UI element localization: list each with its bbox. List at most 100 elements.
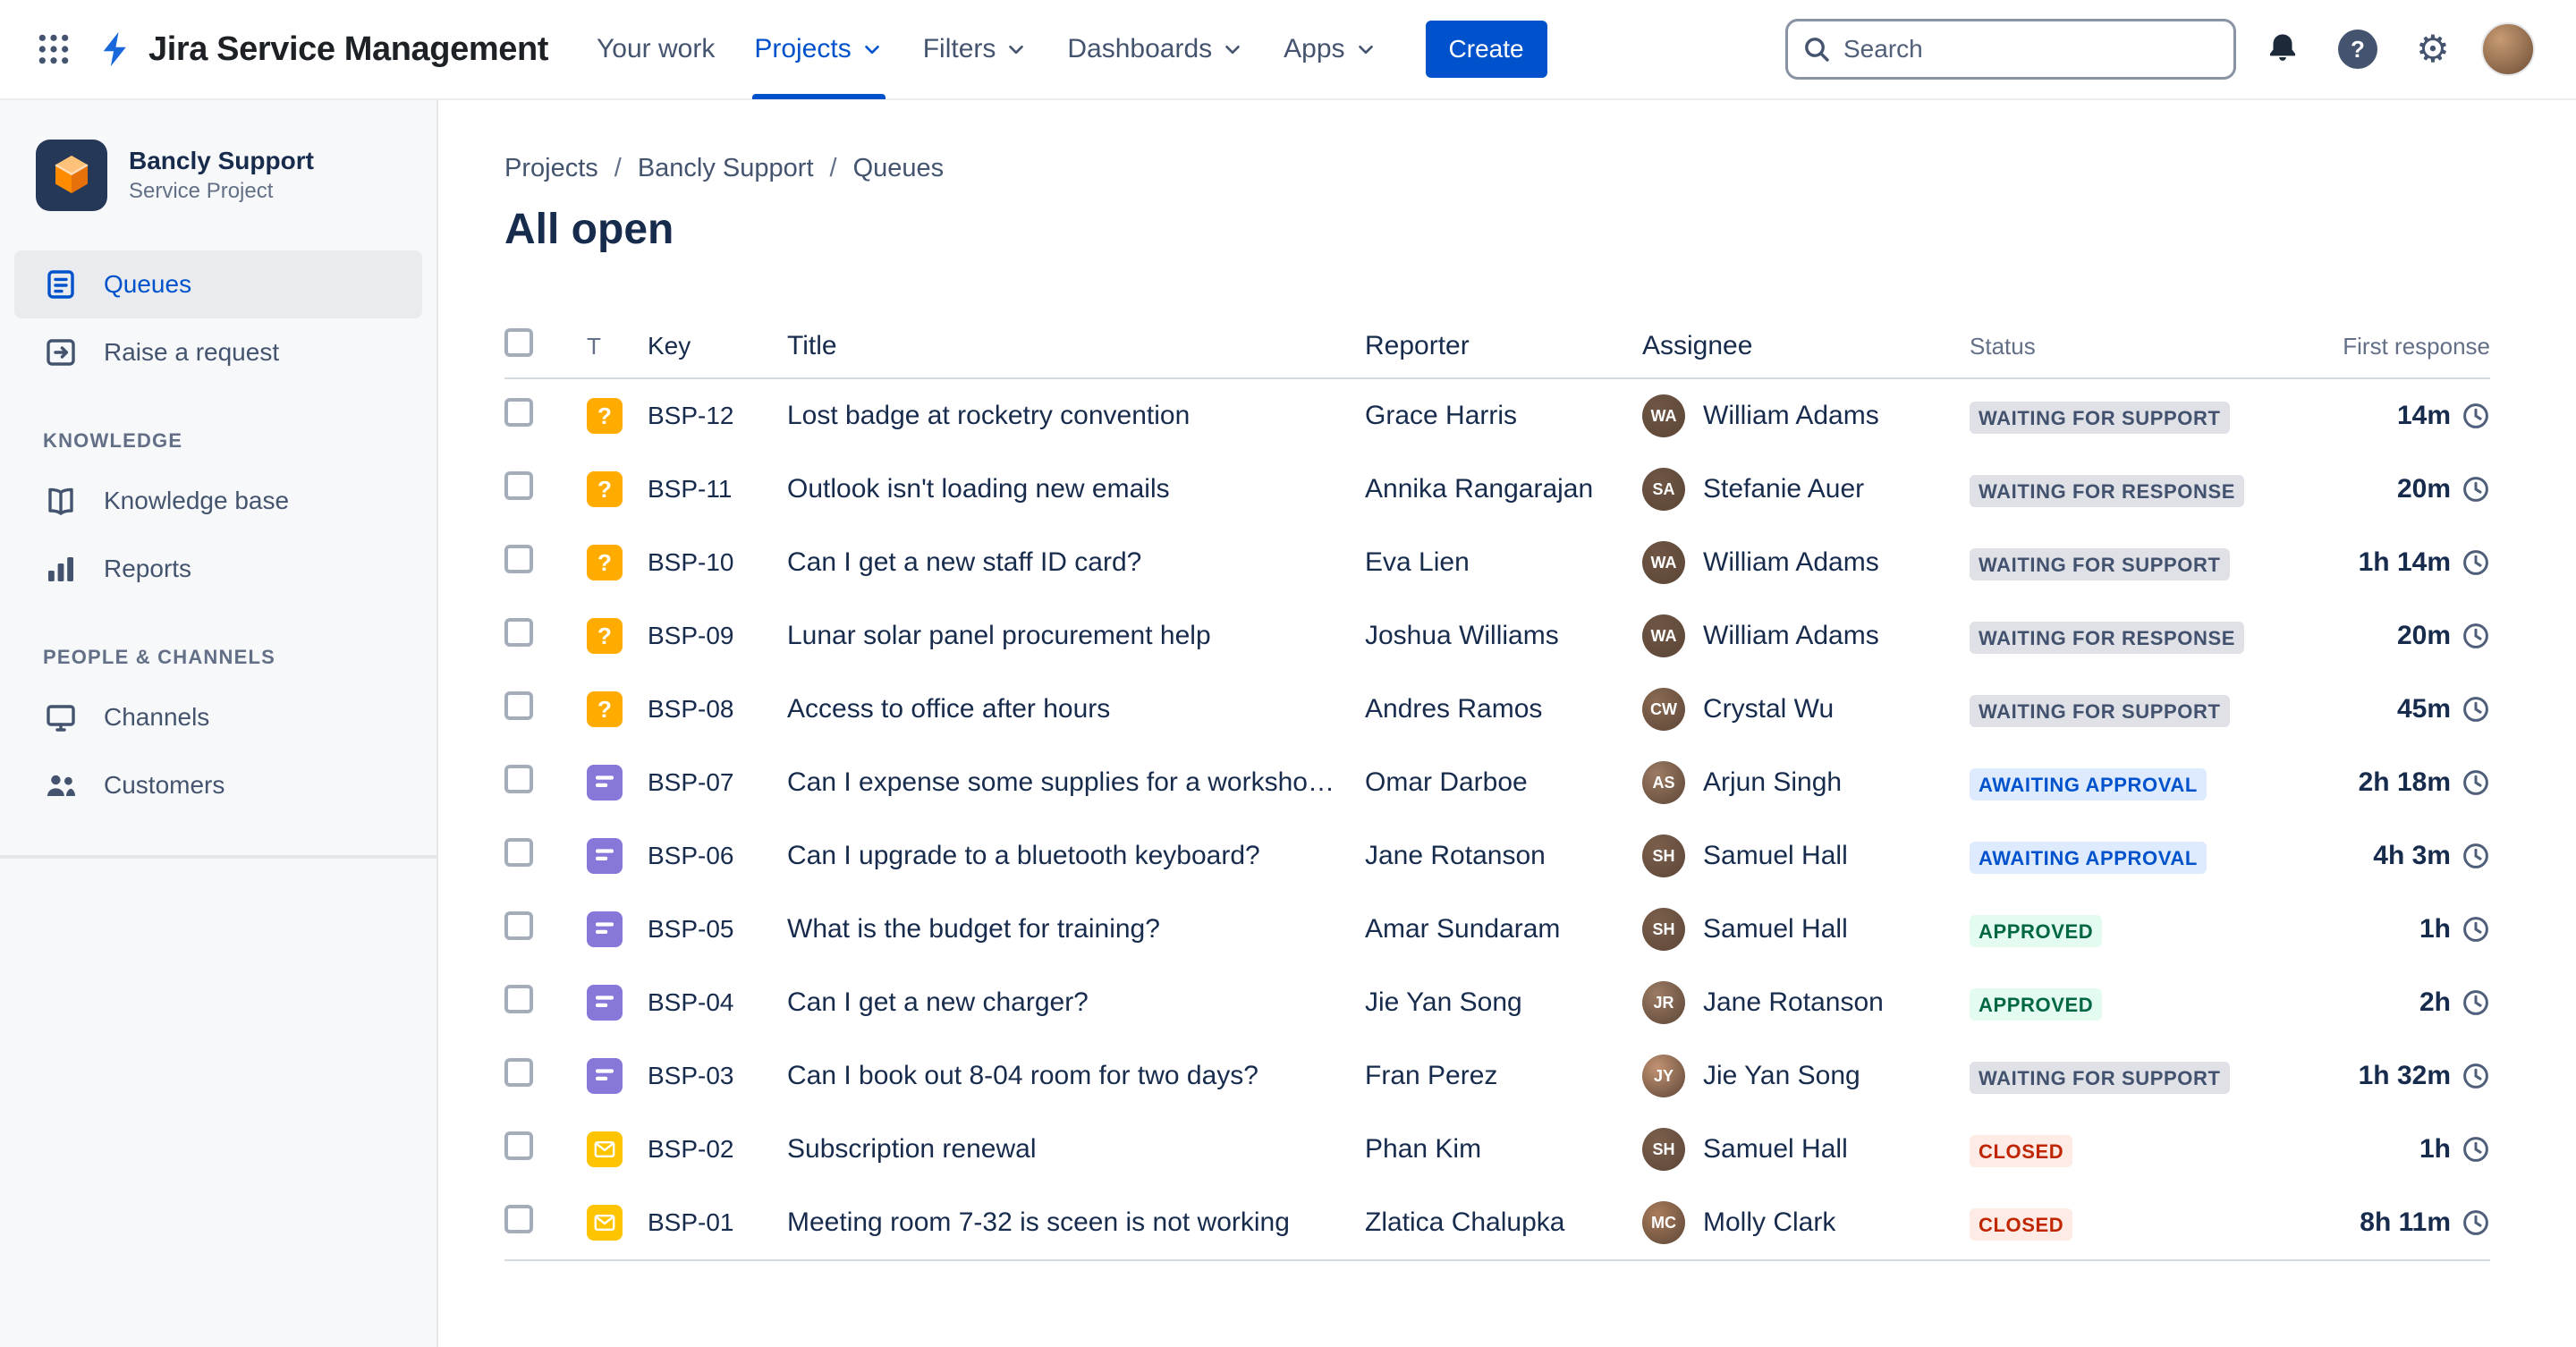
table-row[interactable]: BSP-06 Can I upgrade to a bluetooth keybo…	[504, 819, 2490, 893]
issue-title-link[interactable]: Subscription renewal	[787, 1134, 1365, 1165]
table-row[interactable]: BSP-03 Can I book out 8-04 room for two d…	[504, 1039, 2490, 1113]
question-request-icon: ?	[587, 691, 623, 728]
nav-your-work[interactable]: Your work	[577, 0, 734, 99]
first-response-time: 4h 3m	[2373, 841, 2451, 870]
breadcrumb-projects[interactable]: Projects	[504, 154, 598, 183]
table-row[interactable]: BSP-05 What is the budget for training? Am…	[504, 893, 2490, 966]
issue-title-link[interactable]: Can I expense some supplies for a worksh…	[787, 767, 1365, 798]
status-badge: WAITING FOR RESPONSE	[1970, 621, 2245, 654]
search-icon	[1805, 38, 1829, 62]
table-row[interactable]: ? BSP-10 Can I get a new staff ID card? Eva…	[504, 526, 2490, 599]
nav-label: Projects	[754, 34, 852, 64]
product-logo[interactable]: Jira Service Management	[97, 30, 548, 69]
nav-apps[interactable]: Apps	[1264, 0, 1396, 99]
row-checkbox[interactable]	[504, 398, 533, 427]
issue-title-link[interactable]: What is the budget for training?	[787, 914, 1365, 945]
profile-button[interactable]	[2479, 21, 2537, 78]
row-checkbox[interactable]	[504, 911, 533, 940]
issue-key-link[interactable]: BSP-04	[648, 988, 787, 1017]
issue-key-link[interactable]: BSP-01	[648, 1208, 787, 1237]
sidebar-item-label: Raise a request	[104, 338, 280, 366]
breadcrumb-project[interactable]: Bancly Support	[638, 154, 814, 183]
issue-key-link[interactable]: BSP-06	[648, 842, 787, 870]
clock-icon	[2463, 770, 2488, 795]
row-checkbox[interactable]	[504, 838, 533, 867]
issue-key-link[interactable]: BSP-10	[648, 548, 787, 577]
clock-icon	[2463, 623, 2488, 648]
sidebar-item-customers[interactable]: Customers	[14, 751, 422, 819]
bar-chart-icon	[48, 557, 73, 581]
table-row[interactable]: BSP-02 Subscription renewal Phan Kim SH Samu…	[504, 1113, 2490, 1186]
row-checkbox[interactable]	[504, 1205, 533, 1233]
app-switcher-button[interactable]	[25, 21, 82, 78]
assignee-avatar: WA	[1642, 541, 1685, 584]
row-checkbox[interactable]	[504, 985, 533, 1013]
row-checkbox[interactable]	[504, 1131, 533, 1160]
table-row[interactable]: BSP-04 Can I get a new charger? Jie Yan So…	[504, 966, 2490, 1039]
col-header-title[interactable]: Title	[787, 331, 1365, 361]
col-header-assignee[interactable]: Assignee	[1642, 331, 1970, 361]
issue-title-link[interactable]: Outlook isn't loading new emails	[787, 474, 1365, 504]
sidebar-item-queues[interactable]: Queues	[14, 250, 422, 318]
create-button[interactable]: Create	[1425, 21, 1547, 78]
issue-title-link[interactable]: Can I get a new staff ID card?	[787, 547, 1365, 578]
sidebar-item-reports[interactable]: Reports	[14, 535, 422, 603]
row-checkbox[interactable]	[504, 618, 533, 647]
issue-key-link[interactable]: BSP-05	[648, 915, 787, 944]
col-header-reporter[interactable]: Reporter	[1365, 331, 1642, 361]
assignee-avatar: SH	[1642, 834, 1685, 877]
table-row[interactable]: BSP-01 Meeting room 7-32 is sceen is not …	[504, 1186, 2490, 1259]
issue-title-link[interactable]: Meeting room 7-32 is sceen is not workin…	[787, 1207, 1365, 1238]
issue-title-link[interactable]: Can I get a new charger?	[787, 987, 1365, 1018]
notifications-button[interactable]	[2254, 21, 2311, 78]
table-row[interactable]: ? BSP-12 Lost badge at rocketry convention…	[504, 379, 2490, 453]
nav-filters[interactable]: Filters	[903, 0, 1048, 99]
row-checkbox[interactable]	[504, 765, 533, 793]
sidebar-item-knowledge-base[interactable]: Knowledge base	[14, 467, 422, 535]
issue-key-link[interactable]: BSP-03	[648, 1062, 787, 1090]
issue-key-link[interactable]: BSP-02	[648, 1135, 787, 1164]
nav-label: Your work	[597, 34, 716, 64]
nav-projects[interactable]: Projects	[734, 0, 902, 99]
project-type: Service Project	[129, 179, 274, 203]
table-row[interactable]: ? BSP-11 Outlook isn't loading new emails A…	[504, 453, 2490, 526]
col-header-key[interactable]: Key	[648, 332, 787, 360]
issue-key-link[interactable]: BSP-11	[648, 475, 787, 504]
sidebar-item-raise-request[interactable]: Raise a request	[14, 318, 422, 386]
gear-icon: ⚙	[2416, 28, 2450, 70]
issue-title-link[interactable]: Can I upgrade to a bluetooth keyboard?	[787, 841, 1365, 871]
assignee-name: Crystal Wu	[1703, 694, 1835, 724]
row-checkbox[interactable]	[504, 545, 533, 573]
search-input[interactable]	[1843, 35, 2219, 64]
col-header-type[interactable]: T	[587, 333, 648, 360]
reporter-name: Eva Lien	[1365, 547, 1470, 577]
global-search[interactable]	[1785, 19, 2236, 80]
row-checkbox[interactable]	[504, 471, 533, 500]
select-all-checkbox[interactable]	[504, 328, 533, 357]
issue-key-link[interactable]: BSP-08	[648, 695, 787, 724]
nav-dashboards[interactable]: Dashboards	[1047, 0, 1264, 99]
issue-title-link[interactable]: Lunar solar panel procurement help	[787, 621, 1365, 651]
sidebar-item-channels[interactable]: Channels	[14, 683, 422, 751]
issue-title-link[interactable]: Can I book out 8-04 room for two days?	[787, 1061, 1365, 1091]
sidebar-section-knowledge: KNOWLEDGE	[43, 429, 183, 452]
settings-button[interactable]: ⚙	[2404, 21, 2462, 78]
reporter-name: Phan Kim	[1365, 1134, 1482, 1164]
row-checkbox[interactable]	[504, 691, 533, 720]
col-header-status[interactable]: Status	[1970, 333, 2247, 360]
issue-title-link[interactable]: Access to office after hours	[787, 694, 1365, 724]
table-row[interactable]: BSP-07 Can I expense some supplies for a …	[504, 746, 2490, 819]
reporter-name: Joshua Williams	[1365, 621, 1559, 650]
project-header[interactable]: Bancly Support Service Project	[0, 140, 436, 211]
question-request-icon: ?	[587, 398, 623, 435]
table-row[interactable]: ? BSP-09 Lunar solar panel procurement hel…	[504, 599, 2490, 673]
row-checkbox[interactable]	[504, 1058, 533, 1087]
table-row[interactable]: ? BSP-08 Access to office after hours Andre…	[504, 673, 2490, 746]
issue-key-link[interactable]: BSP-07	[648, 768, 787, 797]
col-header-first-response[interactable]: First response	[2247, 333, 2490, 360]
breadcrumb-queues[interactable]: Queues	[853, 154, 945, 183]
issue-key-link[interactable]: BSP-09	[648, 622, 787, 650]
issue-title-link[interactable]: Lost badge at rocketry convention	[787, 401, 1365, 431]
help-button[interactable]: ?	[2329, 21, 2386, 78]
issue-key-link[interactable]: BSP-12	[648, 402, 787, 430]
